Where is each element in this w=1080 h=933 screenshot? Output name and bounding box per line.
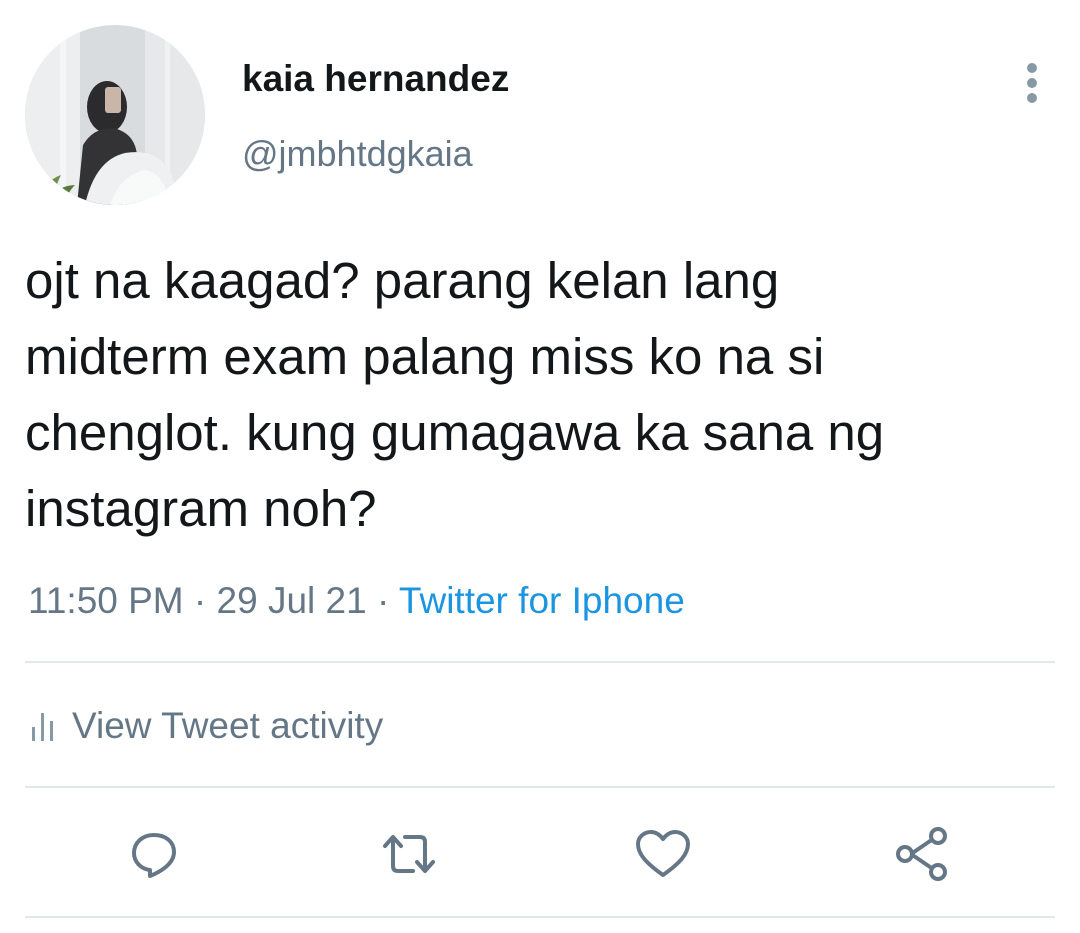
reply-button[interactable] (122, 822, 186, 886)
divider (25, 661, 1055, 663)
profile-photo-icon (25, 25, 205, 205)
meta-separator: · (193, 580, 207, 621)
like-button[interactable] (631, 822, 695, 886)
more-options-icon[interactable] (1012, 55, 1052, 107)
share-icon (896, 827, 947, 881)
tweet-date: 29 Jul 21 (216, 580, 367, 621)
meta-separator: · (376, 580, 390, 621)
tweet-time: 11:50 PM (28, 580, 184, 621)
view-tweet-activity-button[interactable]: View Tweet activity (30, 700, 383, 752)
heart-icon (636, 830, 690, 877)
tweet-source-link[interactable]: Twitter for Iphone (399, 580, 685, 621)
avatar[interactable] (25, 25, 205, 205)
tweet-meta: 11:50 PM · 29 Jul 21 · Twitter for Iphon… (28, 580, 685, 622)
display-name[interactable]: kaia hernandez (242, 58, 509, 100)
view-tweet-activity-label: View Tweet activity (72, 705, 384, 746)
user-handle[interactable]: @jmbhtdgkaia (242, 133, 473, 175)
divider (25, 916, 1055, 918)
retweet-button[interactable] (377, 822, 441, 886)
divider (25, 786, 1055, 788)
bar-chart-icon (32, 713, 53, 741)
reply-icon (132, 833, 176, 878)
share-button[interactable] (890, 822, 954, 886)
tweet-text: ojt na kaagad? parang kelan lang midterm… (25, 252, 885, 537)
retweet-icon (383, 835, 435, 873)
